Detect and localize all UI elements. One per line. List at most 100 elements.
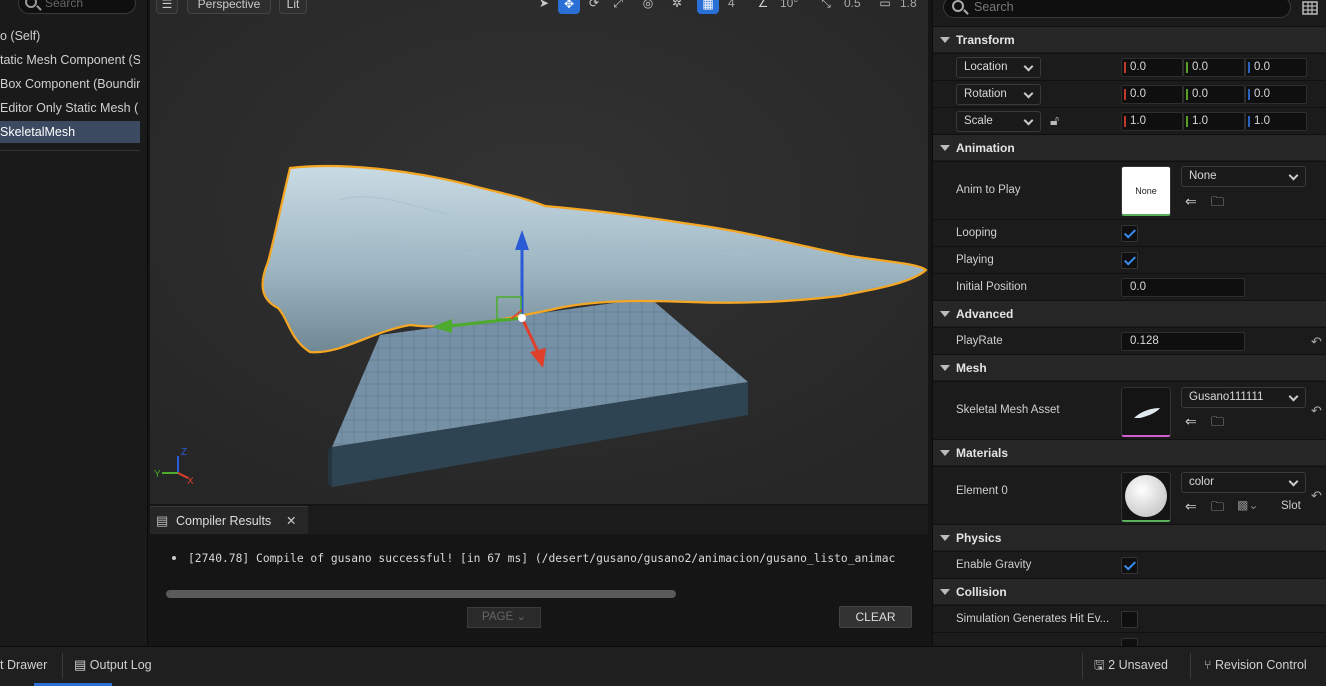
tree-divider: [0, 150, 140, 151]
anim-asset-dropdown[interactable]: None: [1181, 166, 1306, 187]
surface-snap-button[interactable]: ✲: [666, 0, 688, 14]
horizontal-scrollbar[interactable]: [166, 590, 676, 598]
tree-item-skeletal-mesh[interactable]: SkeletalMesh: [0, 121, 140, 143]
location-y-field[interactable]: 0.0: [1183, 58, 1245, 77]
looping-checkbox[interactable]: [1121, 225, 1138, 242]
category-transform[interactable]: Transform: [933, 26, 1326, 52]
perspective-button[interactable]: Perspective: [187, 0, 271, 14]
hit-events-checkbox[interactable]: [1121, 611, 1138, 628]
world-local-button[interactable]: ◎: [637, 0, 659, 14]
camera-icon: ▭: [879, 0, 891, 10]
translate-tool-button[interactable]: ✥: [558, 0, 580, 14]
browse-folder-icon[interactable]: 🗀: [1211, 413, 1224, 435]
viewport[interactable]: Z Y X ☰ Perspective Lit ➤ ✥ ⟳ ⤢ ◎ ✲ ▦ 4 …: [150, 0, 928, 504]
compiler-icon: ▤: [156, 513, 169, 528]
material-thumbnail[interactable]: [1121, 472, 1171, 522]
row-element-0: Element 0 color ⇐ 🗀 ▩⌄ Slot ↶: [933, 466, 1326, 524]
rotation-dropdown[interactable]: Rotation: [956, 84, 1041, 105]
compiler-tab-label: Compiler Results: [176, 514, 272, 528]
grid-icon: ▦: [702, 0, 714, 11]
content-drawer-button[interactable]: t Drawer: [0, 657, 47, 673]
scale-y-field[interactable]: 1.0: [1183, 112, 1245, 131]
browse-folder-icon[interactable]: 🗀: [1211, 498, 1224, 520]
checker-icon[interactable]: ▩⌄: [1237, 498, 1258, 512]
grid-snap-button[interactable]: ▦: [697, 0, 719, 14]
rotate-icon: ⟳: [588, 0, 600, 10]
location-x-field[interactable]: 0.0: [1121, 58, 1183, 77]
log-icon: ▤: [74, 657, 87, 672]
next-checkbox[interactable]: [1121, 638, 1138, 646]
revision-control-button[interactable]: ⑂ Revision Control: [1204, 657, 1307, 673]
location-dropdown[interactable]: Location: [956, 57, 1041, 78]
scale-snap-value[interactable]: 0.5: [844, 0, 861, 14]
reset-icon[interactable]: ↶: [1311, 403, 1325, 418]
category-animation[interactable]: Animation: [933, 134, 1326, 160]
category-mesh[interactable]: Mesh: [933, 354, 1326, 380]
viewport-menu-button[interactable]: ☰: [156, 0, 178, 14]
anim-thumbnail[interactable]: None: [1121, 166, 1171, 216]
mesh-preview-icon: [1134, 408, 1160, 418]
slot-label[interactable]: Slot: [1281, 500, 1301, 512]
page-button[interactable]: PAGE ⌄: [467, 607, 541, 628]
unsaved-button[interactable]: 🖫︎ 2 Unsaved: [1094, 657, 1168, 673]
grid-view-icon[interactable]: [1301, 0, 1319, 17]
camera-speed-value[interactable]: 1.8: [900, 0, 917, 14]
enable-gravity-checkbox[interactable]: [1121, 557, 1138, 574]
output-log-button[interactable]: ▤ Output Log: [74, 657, 152, 673]
close-icon[interactable]: ✕: [286, 507, 296, 535]
row-playing: Playing: [933, 246, 1326, 273]
snap-icon: ✲: [671, 0, 683, 10]
mesh-thumbnail[interactable]: [1121, 387, 1171, 437]
chevron-down-icon: ⌄: [516, 611, 526, 623]
lock-icon[interactable]: 🔓︎: [1050, 112, 1059, 129]
scale-x-field[interactable]: 1.0: [1121, 112, 1183, 131]
playing-checkbox[interactable]: [1121, 252, 1138, 269]
rotate-tool-button[interactable]: ⟳: [583, 0, 605, 14]
row-playrate: PlayRate 0.128 ↶: [933, 327, 1326, 354]
viewport-scene: Z Y X: [150, 0, 928, 504]
category-physics[interactable]: Physics: [933, 524, 1326, 550]
browse-folder-icon[interactable]: 🗀: [1211, 193, 1224, 215]
chevron-down-icon: [1023, 61, 1034, 72]
reset-icon[interactable]: ↶: [1311, 334, 1325, 349]
location-z-field[interactable]: 0.0: [1245, 58, 1307, 77]
tree-item-static-mesh-component[interactable]: tatic Mesh Component (S: [0, 49, 140, 71]
use-selected-icon[interactable]: ⇐: [1185, 413, 1197, 430]
outliner-search-input[interactable]: Search: [18, 0, 136, 14]
rotation-z-field[interactable]: 0.0: [1245, 85, 1307, 104]
clear-button[interactable]: CLEAR: [839, 606, 912, 628]
tree-item-self[interactable]: o (Self): [0, 25, 140, 47]
category-advanced[interactable]: Advanced: [933, 300, 1326, 326]
tab-compiler-results[interactable]: ▤ Compiler Results ✕: [150, 506, 308, 534]
playrate-field[interactable]: 0.128: [1121, 332, 1245, 351]
scale-dropdown[interactable]: Scale: [956, 111, 1041, 132]
category-materials[interactable]: Materials: [933, 439, 1326, 465]
rotation-snap-value[interactable]: 10°: [780, 0, 798, 14]
cursor-icon: ➤: [538, 0, 550, 10]
reset-icon[interactable]: ↶: [1311, 488, 1325, 503]
branch-icon: ⑂: [1204, 658, 1212, 672]
rotation-x-field[interactable]: 0.0: [1121, 85, 1183, 104]
scale-z-field[interactable]: 1.0: [1245, 112, 1307, 131]
rotation-snap-button[interactable]: ∠: [752, 0, 774, 14]
select-tool-button[interactable]: ➤: [533, 0, 555, 14]
scale-tool-button[interactable]: ⤢: [607, 0, 629, 14]
details-search-input[interactable]: Search: [943, 0, 1291, 18]
grid-size-value[interactable]: 4: [728, 0, 735, 14]
initial-position-field[interactable]: 0.0: [1121, 278, 1245, 297]
axis-label-x: X: [187, 476, 194, 487]
mesh-asset-dropdown[interactable]: Gusano111111: [1181, 387, 1306, 408]
status-bar: t Drawer ▤ Output Log 🖫︎ 2 Unsaved ⑂ Rev…: [0, 646, 1326, 686]
rotation-y-field[interactable]: 0.0: [1183, 85, 1245, 104]
use-selected-icon[interactable]: ⇐: [1185, 193, 1197, 210]
lit-button[interactable]: Lit: [279, 0, 307, 14]
camera-speed-button[interactable]: ▭: [874, 0, 896, 14]
category-collision[interactable]: Collision: [933, 578, 1326, 604]
tree-item-editor-only-static-mesh[interactable]: Editor Only Static Mesh (: [0, 97, 140, 119]
tree-item-box-component[interactable]: Box Component (Boundir: [0, 73, 140, 95]
row-anim-to-play: Anim to Play None None ⇐ 🗀: [933, 161, 1326, 219]
chevron-down-icon: [1288, 170, 1299, 181]
use-selected-icon[interactable]: ⇐: [1185, 498, 1197, 515]
material-dropdown[interactable]: color: [1181, 472, 1306, 493]
scale-snap-button[interactable]: ⤡: [815, 0, 837, 14]
